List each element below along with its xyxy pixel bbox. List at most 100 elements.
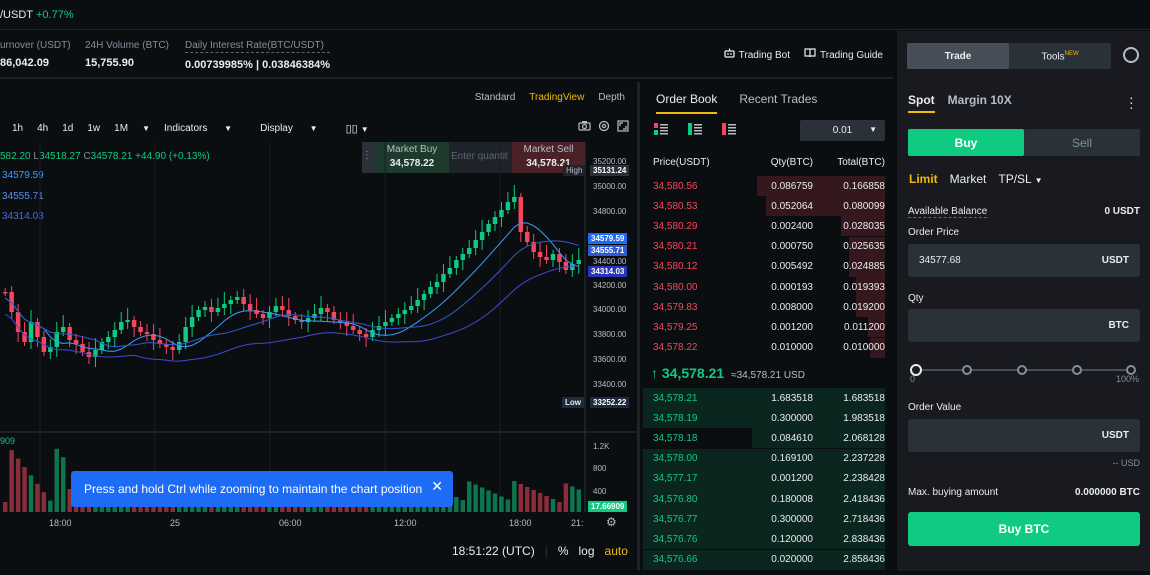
ask-row[interactable]: 34,580.53 0.052064 0.080099 [643, 196, 893, 217]
volume-stat: 24H Volume (BTC) 15,755.90 [85, 40, 169, 69]
bid-row[interactable]: 34,576.77 0.300000 2.718436 [643, 509, 893, 530]
ask-row[interactable]: 34,580.56 0.086759 0.166858 [643, 176, 893, 196]
tf-4h[interactable]: 4h [37, 123, 48, 134]
slider-step[interactable] [959, 362, 975, 378]
auto-toggle[interactable]: auto [605, 544, 628, 558]
tab-spot[interactable]: Spot [908, 93, 935, 113]
more-menu-icon[interactable]: · · · [1129, 90, 1134, 114]
last-price-value: 34,578.21 [661, 365, 725, 381]
tf-1d[interactable]: 1d [62, 123, 73, 134]
bid-row[interactable]: 34,578.19 0.300000 1.983518 [643, 408, 893, 429]
candle-body [3, 292, 8, 294]
toast-message: Press and hold Ctrl while zooming to mai… [84, 482, 423, 496]
bid-row[interactable]: 34,576.80 0.180008 2.418436 [643, 489, 893, 509]
candlestick-chart[interactable] [0, 142, 637, 512]
volume-legend: 909 [0, 436, 16, 446]
both-sides-icon[interactable] [654, 123, 668, 135]
fullscreen-icon[interactable] [617, 120, 629, 135]
tab-tpsl[interactable]: TP/SL ▼ [998, 172, 1042, 186]
ask-row[interactable]: 34,580.12 0.005492 0.024885 [643, 256, 893, 277]
tf-more-chevron-icon[interactable]: ▼ [142, 124, 150, 133]
volume-label: 24H Volume (BTC) [85, 40, 169, 51]
candle-body [428, 287, 433, 294]
candle-body [537, 252, 543, 257]
bids-only-icon[interactable] [688, 123, 702, 135]
ask-row[interactable]: 34,579.25 0.001200 0.011200 [643, 317, 893, 338]
trading-guide-link[interactable]: Trading Guide [804, 48, 883, 61]
ask-row[interactable]: 34,580.21 0.000750 0.025635 [643, 236, 893, 257]
tab-tradingview[interactable]: TradingView [529, 92, 584, 103]
tab-depth[interactable]: Depth [598, 92, 625, 103]
axis-settings-icon[interactable]: ⚙ [606, 515, 617, 529]
slider-step[interactable] [1014, 362, 1030, 378]
volume-bar [512, 481, 517, 512]
max-buy-value: 0.000000 BTC [1074, 487, 1140, 498]
precision-select[interactable]: 0.01 ▼ [800, 120, 885, 141]
ask-row[interactable]: 34,579.83 0.008000 0.019200 [643, 297, 893, 318]
high-label-tag: High [563, 165, 586, 176]
interest-label[interactable]: Daily Interest Rate(BTC/USDT) [185, 40, 330, 53]
row-qty: 0.169100 [771, 453, 813, 465]
candle-style-icon[interactable]: ▯▯ ▼ [346, 122, 383, 135]
row-price: 34,580.53 [653, 200, 698, 212]
market-stats: urnover (USDT) 86,042.09 24H Volume (BTC… [0, 31, 893, 79]
tab-trade[interactable]: Trade [907, 43, 1009, 69]
pair-name[interactable]: /USDT +0.77% [0, 9, 74, 21]
y-tick: 35000.00 [593, 182, 627, 191]
candle-body [80, 344, 85, 352]
gear-icon[interactable] [1123, 47, 1139, 63]
row-price: 34,580.00 [653, 281, 698, 293]
qty-slider[interactable] [907, 361, 1139, 379]
indicators-menu[interactable]: Indicators ▼ [164, 123, 246, 134]
tf-1M[interactable]: 1M [114, 123, 128, 134]
available-balance-label[interactable]: Available Balance [908, 206, 988, 218]
log-toggle[interactable]: log [579, 544, 595, 558]
chart-panel: Standard TradingView Depth 1h 4h 1d 1w 1… [0, 82, 640, 570]
tab-recent-trades[interactable]: Recent Trades [739, 92, 817, 114]
order-value-field[interactable]: USDT [908, 419, 1140, 452]
volume-bar [563, 483, 569, 512]
tab-limit[interactable]: Limit [909, 172, 938, 186]
row-qty: 1.683518 [771, 392, 813, 404]
percent-toggle[interactable]: % [558, 544, 569, 558]
bid-row[interactable]: 34,576.66 0.020000 2.858436 [643, 549, 893, 570]
slider-step[interactable] [1069, 362, 1085, 378]
order-price-field[interactable]: 34577.68 USDT [908, 244, 1140, 277]
camera-icon[interactable] [578, 120, 591, 135]
tab-tools[interactable]: ToolsNEW [1009, 43, 1111, 69]
tab-order-book[interactable]: Order Book [656, 92, 718, 114]
row-price: 34,579.83 [653, 301, 698, 313]
candle-body [357, 330, 362, 334]
row-total: 0.166858 [843, 180, 885, 192]
bid-row[interactable]: 34,578.18 0.084610 2.068128 [643, 428, 893, 449]
tab-market[interactable]: Market [950, 172, 987, 186]
sell-tab[interactable]: Sell [1024, 129, 1140, 156]
ask-row[interactable]: 34,578.22 0.010000 0.010000 [643, 337, 893, 358]
row-price: 34,576.76 [653, 533, 698, 545]
tab-margin[interactable]: Margin 10X [948, 93, 1012, 113]
volume-bar [570, 486, 575, 512]
tf-1h[interactable]: 1h [12, 123, 23, 134]
buy-btc-button[interactable]: Buy BTC [908, 512, 1140, 546]
bid-row[interactable]: 34,576.76 0.120000 2.838436 [643, 529, 893, 550]
bid-row[interactable]: 34,578.00 0.169100 2.237228 [643, 448, 893, 469]
asks-only-icon[interactable] [722, 123, 736, 135]
ask-row[interactable]: 34,580.00 0.000193 0.019393 [643, 277, 893, 297]
tf-1w[interactable]: 1w [87, 123, 100, 134]
bid-row[interactable]: 34,578.21 1.683518 1.683518 [643, 388, 893, 408]
display-menu[interactable]: Display ▼ [260, 123, 332, 134]
volume-bar [557, 502, 562, 512]
tools-label: Tools [1041, 51, 1065, 63]
trading-guide-label: Trading Guide [820, 50, 883, 61]
candle-body [189, 317, 195, 327]
trading-bot-link[interactable]: Trading Bot [724, 48, 790, 61]
qty-field[interactable]: BTC [908, 309, 1140, 342]
buy-tab[interactable]: Buy [908, 129, 1024, 156]
tab-standard[interactable]: Standard [475, 92, 516, 103]
bid-row[interactable]: 34,577.17 0.001200 2.238428 [643, 468, 893, 489]
turnover-stat: urnover (USDT) 86,042.09 [0, 40, 71, 69]
ask-row[interactable]: 34,580.29 0.002400 0.028035 [643, 216, 893, 237]
candle-body [196, 310, 201, 317]
settings-icon[interactable] [598, 120, 610, 135]
close-icon[interactable]: ✕ [431, 478, 443, 495]
